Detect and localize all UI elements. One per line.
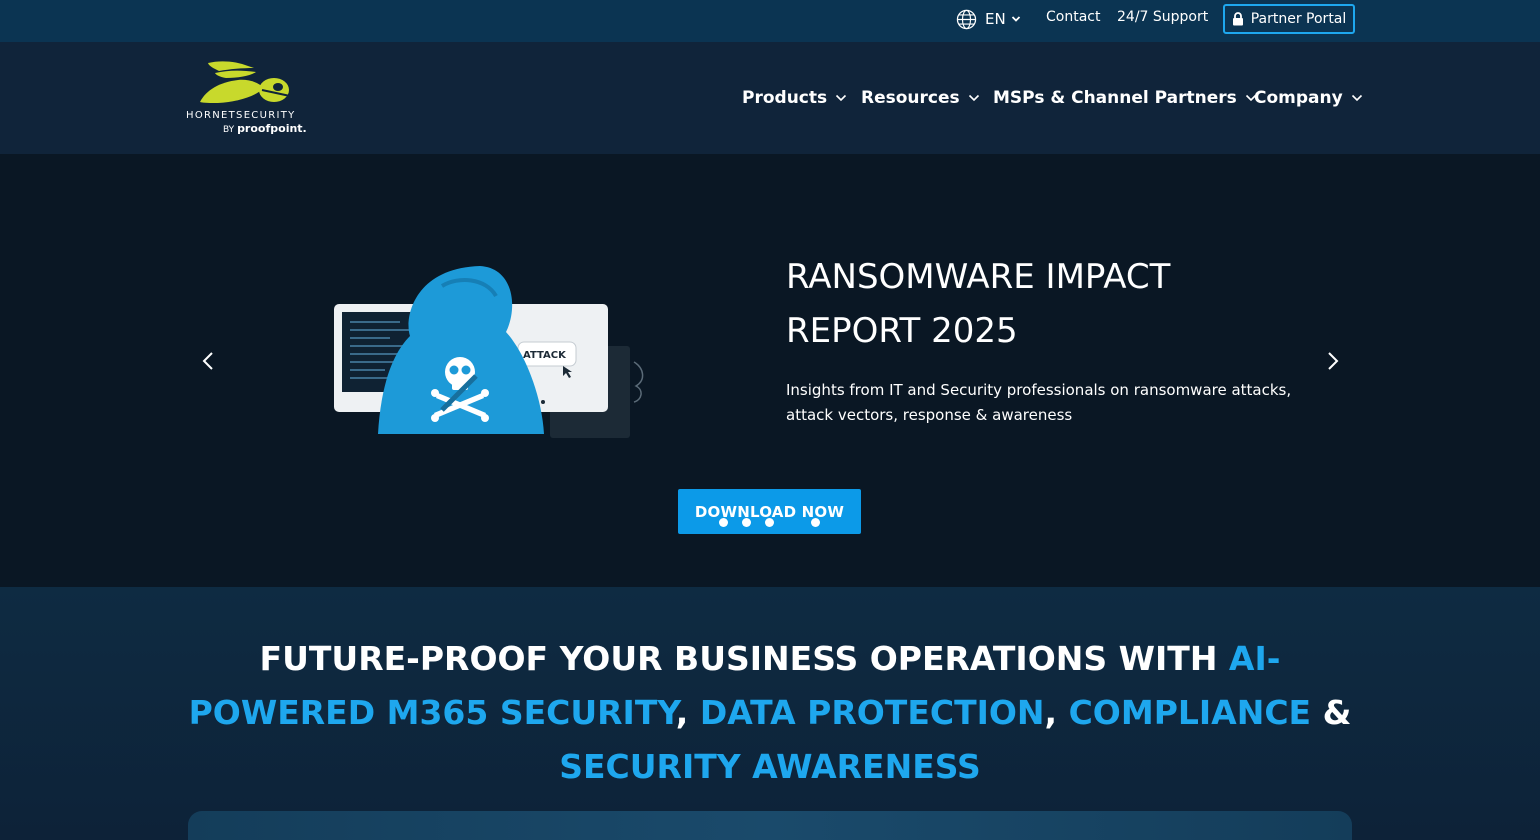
nav-company-label: Company [1254,88,1343,108]
logo-wordmark: HORNETSECURITY [186,110,296,121]
chevron-down-icon [1011,16,1020,22]
hero-description: Insights from IT and Security profession… [786,381,1292,424]
hero-title-line2: REPORT 2025 [786,311,1018,351]
nav-company[interactable]: Company [1254,85,1363,111]
main-header: HORNETSECURITY BY proofpoint. Products R… [0,42,1540,154]
language-label: EN [985,10,1006,28]
hero-title: RANSOMWARE IMPACT REPORT 2025 [786,250,1286,358]
hornet-logo-icon [200,61,291,103]
headline-security-awareness: SECURITY AWARENESS [559,747,981,786]
nav-resources[interactable]: Resources [861,85,980,111]
nav-products-label: Products [742,88,828,108]
headline-part-3: , [675,693,700,732]
nav-resources-label: Resources [861,88,960,108]
chevron-left-icon[interactable] [199,350,219,372]
logo-parent: proofpoint. [237,122,307,135]
globe-icon [956,9,977,29]
download-now-button[interactable]: DOWNLOAD NOW [678,489,861,534]
slide-dot-2[interactable] [742,518,751,527]
nav-products[interactable]: Products [742,85,847,111]
headline-part-7: & [1311,693,1352,732]
headline-part-5: , [1044,693,1069,732]
value-proposition-section: FUTURE-PROOF YOUR BUSINESS OPERATIONS WI… [0,587,1540,840]
slide-dot-4[interactable] [811,518,820,527]
chevron-right-icon[interactable] [1322,350,1342,372]
support-link[interactable]: 24/7 Support [1117,9,1208,25]
logo-byline: BY proofpoint. [223,122,307,135]
lock-icon [1232,12,1243,26]
hacker-illustration: ATTACK [334,266,644,438]
hero-slider: ATTACK RANSOMWARE IMPACT REPORT 2025 Ins… [0,154,1540,587]
slide-dot-1[interactable] [719,518,728,527]
video-card-top [188,811,1352,840]
chevron-down-icon [836,94,847,102]
nav-partners-label: MSPs & Channel Partners [993,88,1237,108]
contact-link[interactable]: Contact [1046,9,1100,25]
attack-label: ATTACK [523,350,567,361]
chevron-down-icon [968,94,979,102]
headline-part-1: FUTURE-PROOF YOUR BUSINESS OPERATIONS WI… [259,639,1229,678]
headline-data-protection: DATA PROTECTION [699,693,1045,732]
headline-compliance: COMPLIANCE [1068,693,1312,732]
hornetsecurity-logo[interactable]: HORNETSECURITY BY proofpoint. [186,60,307,136]
partner-portal-button[interactable]: Partner Portal [1223,4,1355,34]
hero-title-line1: RANSOMWARE IMPACT [786,257,1171,297]
language-selector[interactable]: EN [956,8,1021,30]
section-headline: FUTURE-PROOF YOUR BUSINESS OPERATIONS WI… [170,632,1370,794]
top-utility-bar: EN Contact 24/7 Support Partner Portal [0,0,1540,42]
nav-msps-channel-partners[interactable]: MSPs & Channel Partners [993,85,1257,111]
slide-dot-3[interactable] [765,518,774,527]
logo-by: BY [223,125,235,135]
partner-portal-label: Partner Portal [1250,11,1347,27]
chevron-down-icon [1351,94,1362,102]
